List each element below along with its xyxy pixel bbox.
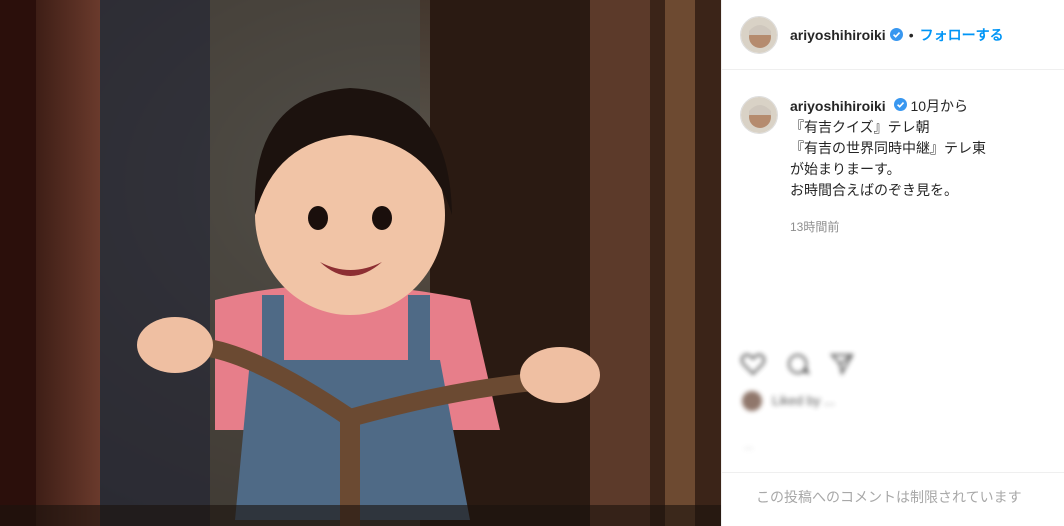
heart-icon[interactable] [740,352,766,381]
post-photo[interactable] [0,0,721,526]
caption-line: 『有吉の世界同時中継』テレ東 [790,140,986,156]
author-username[interactable]: ariyoshihiroiki [790,27,886,43]
verified-badge-icon [889,28,903,41]
author-avatar[interactable] [740,15,778,54]
caption-text: ariyoshihiroiki 10月から 『有吉クイズ』テレ朝 『有吉の世界同… [790,96,1045,238]
action-bar [740,352,854,381]
liked-by: Liked by ... [742,391,835,411]
follow-button[interactable]: フォローする [920,25,1004,45]
caption-username[interactable]: ariyoshihiroiki [790,98,886,114]
liked-by-text[interactable]: Liked by ... [772,392,835,410]
caption: ariyoshihiroiki 10月から 『有吉クイズ』テレ朝 『有吉の世界同… [740,96,1045,238]
liked-by-avatar [742,391,762,411]
caption-line: 『有吉クイズ』テレ朝 [790,119,930,135]
caption-line: 10月から [910,98,969,114]
caption-verified-badge-icon [893,98,907,111]
share-icon[interactable] [829,352,854,381]
caption-line: お時間合えばのぞき見を。 [790,182,958,198]
post-side-panel: ariyoshihiroiki • フォローする ariyoshihiroiki… [721,0,1064,526]
post-image [0,0,721,526]
comments-disabled-notice: この投稿へのコメントは制限されています [722,472,1064,526]
post-timestamp[interactable]: 13時間前 [790,217,1045,238]
caption-avatar[interactable] [740,96,778,134]
caption-line: が始まりまーす。 [790,161,901,177]
comment-icon[interactable] [786,352,810,381]
post-date: ... [744,440,754,452]
post-header: ariyoshihiroiki • フォローする [722,0,1064,70]
follow-separator: • [908,26,914,43]
